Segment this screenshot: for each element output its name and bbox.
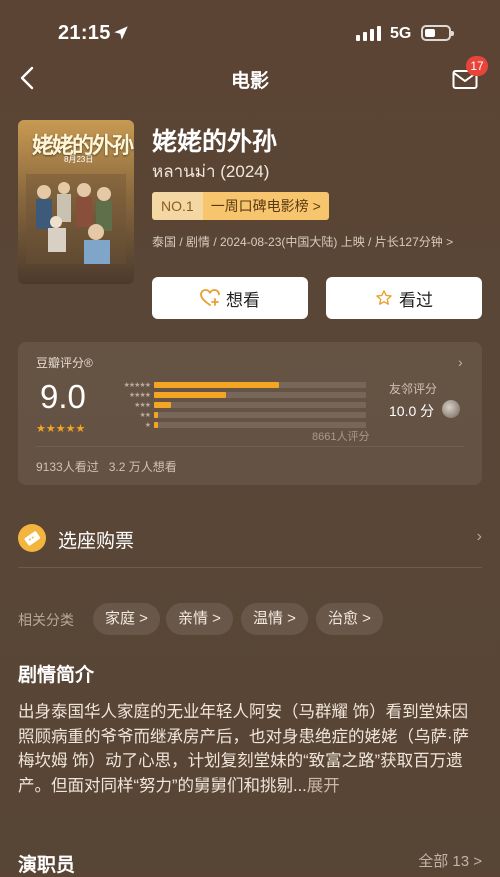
seen-label: 看过: [399, 290, 433, 310]
ticket-icon: [18, 524, 46, 552]
distribution-bar: [154, 422, 159, 428]
movie-meta[interactable]: 泰国 / 剧情 / 2024-08-23(中国大陆) 上映 / 片长127分钟 …: [152, 234, 482, 250]
rating-distribution: ★★★★★ ★★★★ ★★★ ★★ ★: [110, 380, 370, 430]
buy-ticket-label: 选座购票: [58, 531, 135, 552]
distribution-bar: [154, 402, 171, 408]
distribution-track: [154, 392, 366, 398]
cast-title: 演职员: [18, 855, 76, 876]
distribution-row: ★★★: [110, 400, 370, 410]
page-title: 电影: [230, 71, 269, 92]
distribution-star-label: ★★★★★: [123, 382, 151, 389]
expand-link[interactable]: 展开: [307, 777, 340, 795]
rank-list-name: 一周口碑电影榜 >: [202, 192, 329, 220]
rank-number: NO.1: [152, 192, 203, 220]
heart-plus-icon: [200, 289, 220, 306]
synopsis-title: 剧情简介: [18, 665, 95, 686]
related-categories-label: 相关分类: [18, 612, 74, 628]
tag-warmth[interactable]: 温情 >: [241, 603, 308, 635]
watch-stats: 9133人看过 3.2 万人想看: [36, 460, 177, 474]
distribution-star-label: ★★: [139, 412, 151, 419]
friend-avatar: [442, 400, 460, 418]
rating-score: 9.0: [40, 378, 86, 415]
douban-rating-label: 豆瓣评分®: [36, 356, 93, 370]
distribution-row: ★★★★★: [110, 380, 370, 390]
distribution-row: ★★★★: [110, 390, 370, 400]
location-arrow-icon: [114, 26, 128, 40]
chevron-right-icon: ›: [458, 354, 463, 370]
rating-card[interactable]: 豆瓣评分® › 9.0 ★★★★★ ★★★★★ ★★★★ ★★★ ★★ ★ 8661人评…: [18, 342, 482, 485]
distribution-star-label: ★★★★: [128, 392, 151, 399]
tag-healing[interactable]: 治愈 >: [316, 603, 383, 635]
poster-family-image: [26, 174, 126, 264]
distribution-star-label: ★: [144, 422, 151, 429]
distribution-track: [154, 412, 366, 418]
synopsis-body: 出身泰国华人家庭的无业年轻人阿安（马群耀 饰）看到堂妹因照顾病重的爷爷而继承房产…: [18, 703, 469, 795]
star-outline-icon: [376, 290, 392, 305]
synopsis-text: 出身泰国华人家庭的无业年轻人阿安（马群耀 饰）看到堂妹因照顾病重的爷爷而继承房产…: [18, 700, 482, 798]
movie-title: 姥姥的外孙: [152, 128, 278, 156]
status-bar: 21:15 5G: [0, 0, 500, 60]
notification-badge: 17: [466, 56, 488, 76]
rating-count: 8661人评分: [312, 431, 370, 443]
nav-bar: 电影 17: [0, 56, 500, 96]
distribution-bar: [154, 382, 280, 388]
tag-family[interactable]: 家庭 >: [93, 603, 160, 635]
signal-icon: [356, 26, 381, 41]
distribution-track: [154, 382, 366, 388]
tag-affection[interactable]: 亲情 >: [166, 603, 233, 635]
distribution-bar: [154, 392, 227, 398]
buy-ticket-row[interactable]: 选座购票 ›: [18, 520, 482, 556]
distribution-row: ★★: [110, 410, 370, 420]
friend-rating-score: 10.0 分: [389, 403, 435, 419]
battery-icon: [421, 25, 454, 41]
divider: [18, 567, 482, 568]
status-time: 21:15: [58, 22, 111, 44]
distribution-star-label: ★★★: [134, 402, 151, 409]
rating-stars: ★★★★★: [36, 423, 86, 435]
poster-date: 8月23日: [64, 155, 94, 164]
network-type: 5G: [390, 25, 412, 42]
friend-rating-label: 友邻评分: [389, 382, 438, 396]
movie-original-title: หลานม่า (2024): [152, 162, 270, 181]
want-to-watch-button[interactable]: 想看: [152, 277, 308, 319]
want-label: 想看: [226, 290, 260, 310]
movie-poster[interactable]: 姥姥的外孙 8月23日: [18, 120, 134, 284]
chevron-right-icon: ›: [476, 528, 482, 545]
watched-button[interactable]: 看过: [326, 277, 482, 319]
distribution-track: [154, 402, 366, 408]
rank-badge[interactable]: NO.1 一周口碑电影榜 >: [152, 192, 329, 220]
divider: [36, 446, 464, 447]
distribution-bar: [154, 412, 159, 418]
